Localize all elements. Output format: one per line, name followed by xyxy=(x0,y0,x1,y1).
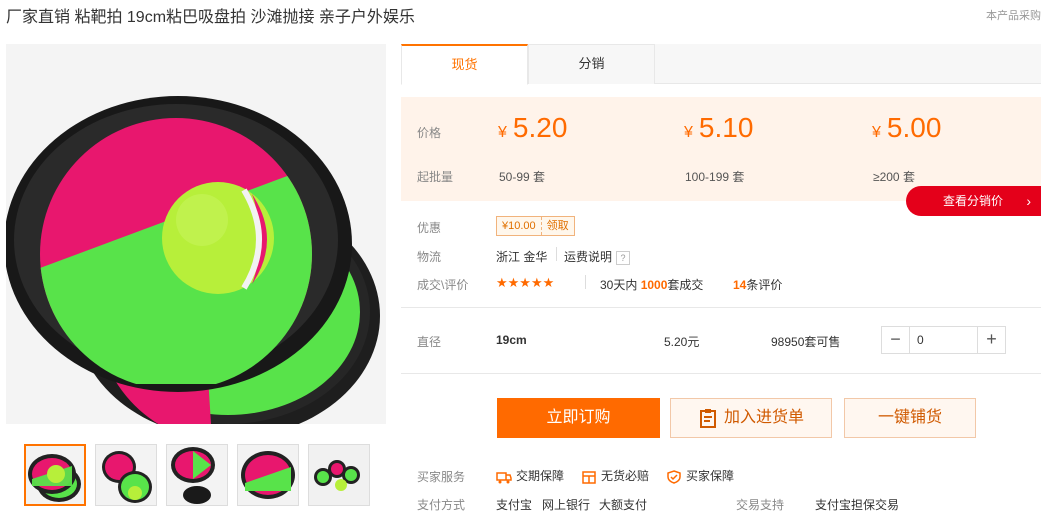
logistics-label: 物流 xyxy=(417,250,442,264)
thumbnail-4[interactable] xyxy=(237,444,299,506)
payment-method: 支付宝 xyxy=(496,498,533,512)
coupon-claim[interactable]: 领取 xyxy=(540,217,574,235)
truck-icon xyxy=(496,472,512,484)
section-divider xyxy=(401,373,1041,374)
price-label: 价格 xyxy=(417,126,442,140)
deal-period: 30天内 xyxy=(600,278,638,292)
shipping-link[interactable]: 运费说明 xyxy=(564,250,612,264)
shipping-info: 运费说明? xyxy=(564,248,631,265)
service-item-compensation[interactable]: 无货必赔 xyxy=(581,467,649,484)
service-item-buyer-protection[interactable]: 买家保障 xyxy=(666,467,734,484)
review-unit: 条评价 xyxy=(746,278,783,292)
divider xyxy=(556,247,557,261)
service-text: 无货必赔 xyxy=(601,469,650,483)
plus-button[interactable]: + xyxy=(978,327,1005,353)
thumbnail-3[interactable] xyxy=(166,444,228,506)
add-to-cart-button[interactable]: 加入进货单 xyxy=(670,398,832,438)
price-value: 5.10 xyxy=(698,112,754,143)
deal-count: 30天内 1000套成交 xyxy=(600,276,703,293)
tab-in-stock[interactable]: 现货 xyxy=(401,44,528,85)
deal-number: 1000 xyxy=(640,278,668,292)
box-icon xyxy=(582,471,596,484)
price-value: 5.20 xyxy=(512,112,568,143)
deals-label: 成交\评价 xyxy=(417,278,469,292)
tier-qty-1: 50-99 套 xyxy=(499,170,546,184)
review-count[interactable]: 14条评价 xyxy=(733,276,782,293)
payment-label: 支付方式 xyxy=(417,498,466,512)
price-value: 5.00 xyxy=(886,112,942,143)
add-to-cart-label: 加入进货单 xyxy=(723,409,804,426)
section-divider xyxy=(401,307,1041,308)
ship-origin: 浙江 金华 xyxy=(496,250,548,264)
dist-button-label: 查看分销价 xyxy=(943,194,1004,208)
promo-label: 优惠 xyxy=(417,221,442,235)
sku-stock: 98950套可售 xyxy=(771,335,841,349)
payment-method: 网上银行 xyxy=(542,498,591,512)
sku-price: 5.20元 xyxy=(664,335,700,349)
shield-icon xyxy=(667,470,681,484)
main-product-image xyxy=(6,44,386,424)
thumbnail-5[interactable] xyxy=(308,444,370,506)
coupon-badge[interactable]: ¥10.00 领取 xyxy=(496,216,575,236)
rating-stars-icon: ★★★★★ xyxy=(496,275,555,290)
trade-support-label: 交易支持 xyxy=(736,498,785,512)
batch-label: 起批量 xyxy=(417,170,454,184)
service-text: 交期保障 xyxy=(516,469,565,483)
quantity-stepper: − 0 + xyxy=(881,326,1006,354)
currency-symbol: ¥ xyxy=(872,124,881,141)
clipboard-icon xyxy=(699,408,716,428)
currency-symbol: ¥ xyxy=(498,124,507,141)
review-number: 14 xyxy=(733,278,747,292)
services-label: 买家服务 xyxy=(417,470,466,484)
product-title: 厂家直销 粘靶拍 19cm粘巴吸盘拍 沙滩抛接 亲子户外娱乐 xyxy=(6,9,415,26)
buy-now-button[interactable]: 立即订购 xyxy=(497,398,660,438)
quantity-input[interactable]: 0 xyxy=(909,327,978,353)
help-icon[interactable]: ? xyxy=(616,250,631,265)
tier-price-1: ¥5.20 xyxy=(498,112,567,144)
sku-value: 19cm xyxy=(496,333,527,347)
report-link[interactable]: 本产品采购 xyxy=(986,7,1041,23)
service-text: 买家保障 xyxy=(686,469,735,483)
sku-label: 直径 xyxy=(417,335,442,349)
currency-symbol: ¥ xyxy=(684,124,693,141)
offer-tabs: 现货 分销 xyxy=(401,44,1041,85)
thumbnail-2[interactable] xyxy=(95,444,157,506)
tab-distribution[interactable]: 分销 xyxy=(528,44,655,84)
thumbnail-1[interactable] xyxy=(24,444,86,506)
thumbnail-strip xyxy=(24,444,370,506)
service-item-delivery[interactable]: 交期保障 xyxy=(496,467,564,484)
minus-button[interactable]: − xyxy=(882,327,909,353)
tier-price-3: ¥5.00 xyxy=(872,112,941,144)
tier-qty-2: 100-199 套 xyxy=(685,170,745,184)
payment-method: 大额支付 xyxy=(599,498,648,512)
deal-unit: 套成交 xyxy=(667,278,704,292)
chevron-right-icon: › xyxy=(1026,193,1031,209)
view-distribution-price-button[interactable]: 查看分销价 › xyxy=(906,186,1041,216)
divider xyxy=(585,275,586,289)
tier-price-2: ¥5.10 xyxy=(684,112,753,144)
trade-support-value: 支付宝担保交易 xyxy=(815,498,900,512)
one-click-dropship-button[interactable]: 一键铺货 xyxy=(844,398,976,438)
tier-qty-3: ≥200 套 xyxy=(873,170,915,184)
coupon-value: ¥10.00 xyxy=(502,220,536,232)
